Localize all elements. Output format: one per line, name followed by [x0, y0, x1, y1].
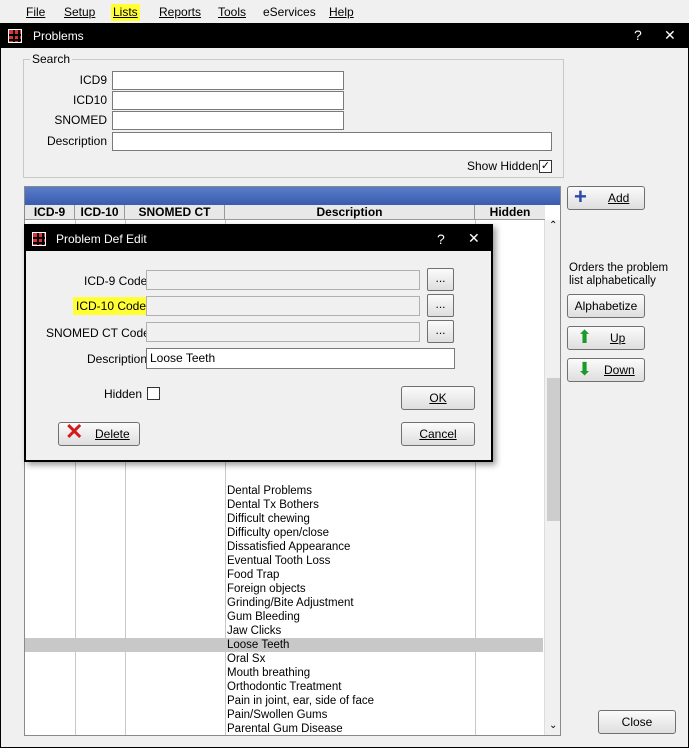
table-row[interactable]: Difficulty open/close [25, 526, 543, 540]
down-button[interactable]: ⬇ Down [567, 358, 645, 382]
plus-icon: + [574, 184, 587, 209]
row-description: Difficult chewing [227, 513, 310, 525]
table-row[interactable]: Jaw Clicks [25, 624, 543, 638]
table-row[interactable]: Mouth breathing [25, 666, 543, 680]
search-group-label: Search [30, 52, 73, 66]
menu-lists[interactable]: Lists [111, 4, 140, 21]
snomed-search-input[interactable] [112, 111, 344, 130]
table-row[interactable]: Dental Problems [25, 484, 543, 498]
table-row[interactable]: Loose Teeth [25, 638, 543, 652]
table-row[interactable]: Foreign objects [25, 582, 543, 596]
menu-setup[interactable]: Setup [62, 4, 97, 21]
table-row[interactable]: Grinding/Bite Adjustment [25, 596, 543, 610]
snomed-label: SNOMED [54, 113, 107, 127]
hidden-checkbox[interactable] [147, 387, 160, 400]
icd9-pick-button[interactable]: ... [427, 268, 454, 291]
row-description: Grinding/Bite Adjustment [227, 597, 354, 609]
search-group: Search ICD9 ICD10 SNOMED Description Sho… [23, 52, 564, 178]
delete-button[interactable]: ✕ Delete [58, 419, 140, 446]
row-description: Dental Problems [227, 485, 313, 497]
table-row[interactable]: Parental Gum Disease [25, 722, 543, 735]
table-row[interactable]: Orthodontic Treatment [25, 680, 543, 694]
dialog-description-input[interactable]: Loose Teeth [146, 348, 455, 369]
row-description: Food Trap [227, 569, 280, 581]
icd10-label: ICD10 [72, 93, 107, 107]
close-icon[interactable]: ✕ [664, 27, 676, 44]
icd10-search-input[interactable] [112, 91, 344, 110]
row-description: Eventual Tooth Loss [227, 555, 331, 567]
app-grid-icon [32, 232, 46, 246]
icd9-code-label: ICD-9 Code [84, 274, 148, 288]
snomed-code-label: SNOMED CT Code [46, 326, 150, 340]
down-arrow-icon: ⬇ [577, 359, 593, 379]
snomed-code-field [146, 322, 420, 342]
up-button[interactable]: ⬆ Up [567, 326, 645, 350]
row-description: Parental Gum Disease [227, 723, 343, 735]
menu-eservices[interactable]: eServices [261, 4, 318, 21]
table-row[interactable]: Gum Bleeding [25, 610, 543, 624]
row-description: Pain/Swollen Gums [227, 709, 328, 721]
row-description: Pain in joint, ear, side of face [227, 695, 375, 707]
icd9-label: ICD9 [79, 73, 107, 87]
table-row[interactable]: Pain in joint, ear, side of face [25, 694, 543, 708]
row-description: Jaw Clicks [227, 625, 282, 637]
add-button[interactable]: + Add [567, 186, 645, 210]
snomed-pick-button[interactable]: ... [427, 320, 454, 343]
table-row[interactable]: Dental Tx Bothers [25, 498, 543, 512]
cancel-button[interactable]: Cancel [401, 422, 475, 446]
close-button[interactable]: Close [598, 710, 676, 734]
scroll-thumb[interactable] [547, 378, 560, 521]
row-description: Dental Tx Bothers [227, 499, 319, 511]
problem-def-edit-dialog: Problem Def Edit ? ✕ ICD-9 Code ... ICD-… [24, 224, 493, 462]
table-row[interactable]: Eventual Tooth Loss [25, 554, 543, 568]
dialog-title: Problem Def Edit [56, 232, 147, 246]
icd10-pick-button[interactable]: ... [427, 294, 454, 317]
dialog-help-icon[interactable]: ? [437, 231, 445, 247]
row-description: Difficulty open/close [227, 527, 330, 539]
up-arrow-icon: ⬆ [577, 327, 593, 347]
icd9-code-field [146, 270, 420, 290]
description-label: Description [46, 134, 107, 148]
menu-bar: File Setup Lists Reports Tools eServices… [0, 0, 689, 24]
icd10-code-label: ICD-10 Code [73, 297, 150, 315]
delete-x-icon: ✕ [65, 419, 84, 444]
dialog-titlebar: Problem Def Edit ? ✕ [26, 226, 491, 251]
row-description: Mouth breathing [227, 667, 311, 679]
table-row[interactable]: Pain/Swollen Gums [25, 708, 543, 722]
dialog-close-icon[interactable]: ✕ [468, 230, 480, 247]
help-icon[interactable]: ? [634, 27, 642, 43]
table-row[interactable]: Oral Sx [25, 652, 543, 666]
grid-scrollbar[interactable]: ⌃ ⌄ [544, 220, 560, 735]
icd10-code-field [146, 296, 420, 316]
scroll-up-icon[interactable]: ⌃ [549, 220, 557, 231]
problems-titlebar: Problems ? ✕ [1, 24, 688, 48]
app-grid-icon [8, 29, 22, 43]
menu-file[interactable]: File [24, 4, 47, 21]
scroll-down-icon[interactable]: ⌄ [549, 720, 557, 731]
row-description: Foreign objects [227, 583, 306, 595]
icd9-search-input[interactable] [112, 71, 344, 90]
row-description: Dissatisfied Appearance [227, 541, 351, 553]
order-note: Orders the problem list alphabetically [569, 262, 669, 287]
alphabetize-button[interactable]: Alphabetize [567, 294, 645, 318]
show-hidden-checkbox[interactable]: ✓ [539, 160, 552, 173]
menu-help[interactable]: Help [327, 4, 356, 21]
row-description: Orthodontic Treatment [227, 681, 342, 693]
row-description: Loose Teeth [227, 639, 290, 651]
ok-button[interactable]: OK [401, 386, 475, 410]
table-row[interactable]: Difficult chewing [25, 512, 543, 526]
show-hidden-label: Show Hidden [467, 159, 539, 173]
menu-tools[interactable]: Tools [216, 4, 248, 21]
table-row[interactable]: Food Trap [25, 568, 543, 582]
table-row[interactable]: Dissatisfied Appearance [25, 540, 543, 554]
dialog-description-label: Description [87, 352, 148, 366]
row-description: Oral Sx [227, 653, 266, 665]
problems-title: Problems [33, 29, 84, 43]
description-search-input[interactable] [112, 132, 552, 151]
hidden-label: Hidden [104, 387, 143, 401]
menu-reports[interactable]: Reports [157, 4, 203, 21]
row-description: Gum Bleeding [227, 611, 300, 623]
